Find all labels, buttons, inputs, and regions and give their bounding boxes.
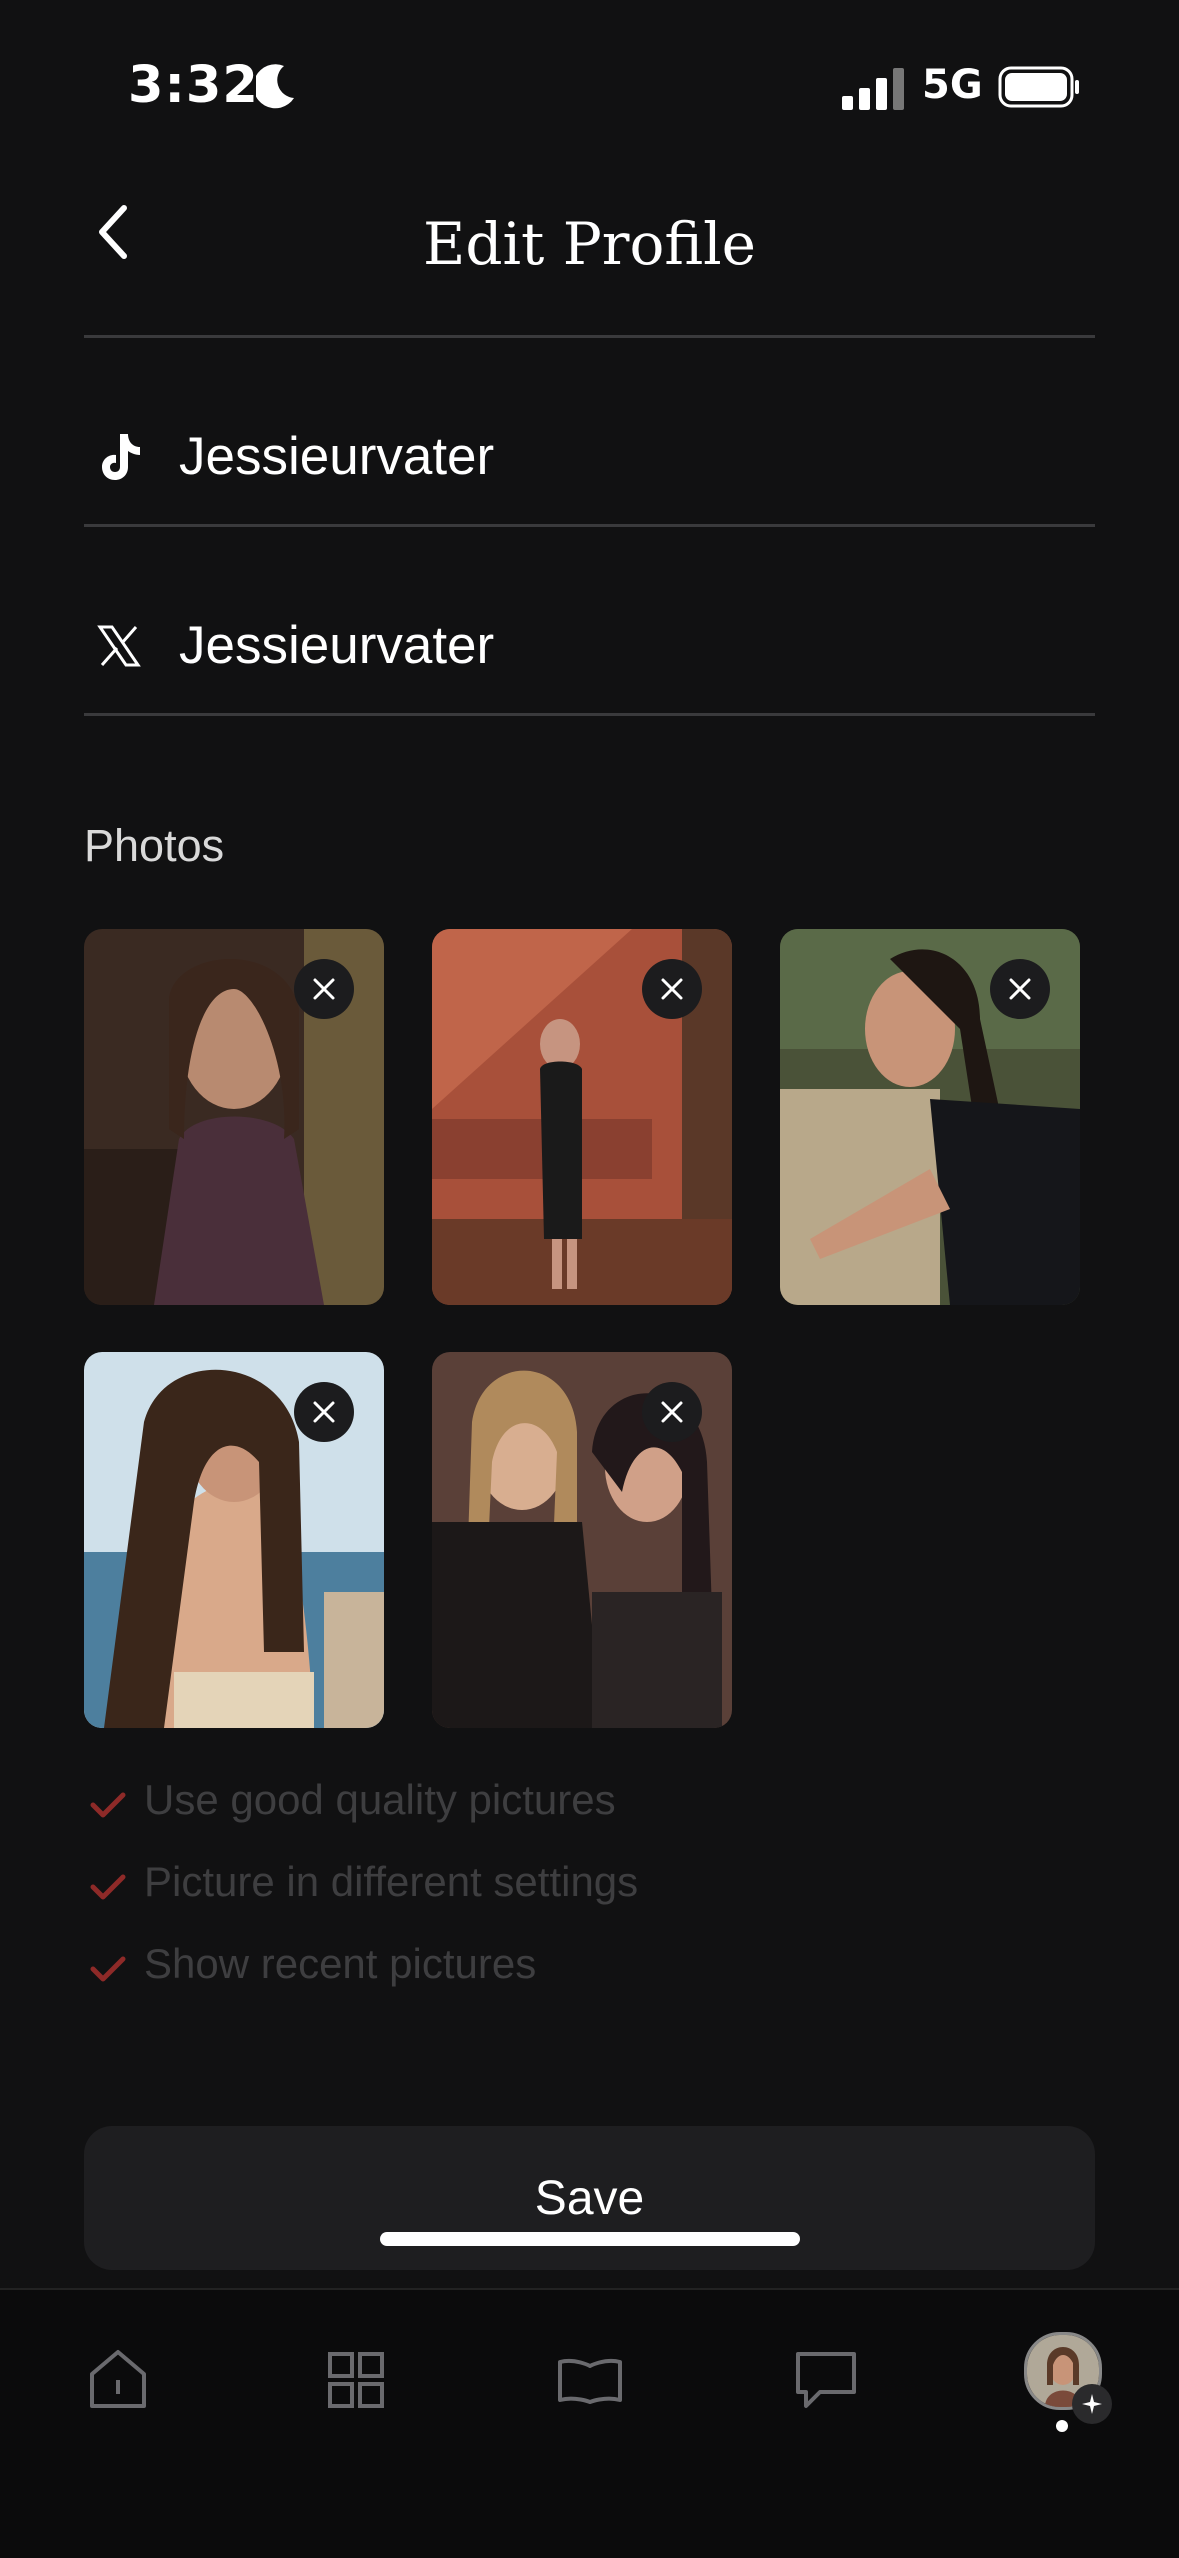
remove-photo-button[interactable] — [990, 959, 1050, 1019]
tab-home[interactable] — [78, 2340, 158, 2420]
photo-2[interactable] — [432, 929, 732, 1305]
photo-1[interactable] — [84, 929, 384, 1305]
network-type: 5G — [922, 62, 983, 108]
tip-text: Picture in different settings — [144, 1858, 639, 1905]
remove-photo-button[interactable] — [294, 959, 354, 1019]
map-icon — [558, 2358, 622, 2404]
close-icon — [661, 978, 683, 1000]
photo-4[interactable] — [84, 1352, 384, 1728]
page-title: Edit Profile — [423, 210, 756, 278]
remove-photo-button[interactable] — [294, 1382, 354, 1442]
home-icon — [90, 2350, 146, 2408]
close-icon — [1009, 978, 1031, 1000]
tiktok-field[interactable]: Jessieurvater — [84, 338, 1095, 524]
check-icon — [90, 1874, 126, 1900]
x-handle: Jessieurvater — [179, 616, 495, 675]
photo-5[interactable] — [432, 1352, 732, 1728]
remove-photo-button[interactable] — [642, 1382, 702, 1442]
tiktok-icon — [102, 434, 140, 480]
close-icon — [313, 978, 335, 1000]
check-icon — [90, 1792, 126, 1818]
photo-3[interactable] — [780, 929, 1080, 1305]
tip-text: Use good quality pictures — [144, 1776, 616, 1823]
tab-map[interactable] — [550, 2340, 630, 2420]
save-button[interactable]: Save — [84, 2126, 1095, 2270]
sparkle-badge — [1072, 2384, 1112, 2424]
check-icon — [90, 1956, 126, 1982]
chat-icon — [796, 2352, 856, 2408]
moon-icon — [256, 64, 294, 109]
status-time: 3:32 — [128, 56, 259, 115]
sparkle-icon — [1082, 2394, 1102, 2414]
close-icon — [313, 1401, 335, 1423]
tab-bar — [0, 2288, 1179, 2558]
close-icon — [661, 1401, 683, 1423]
divider — [84, 713, 1095, 716]
battery-icon — [998, 66, 1079, 108]
tab-chat[interactable] — [786, 2340, 866, 2420]
photos-label: Photos — [84, 820, 225, 871]
remove-photo-button[interactable] — [642, 959, 702, 1019]
tab-grid[interactable] — [316, 2340, 396, 2420]
x-icon — [97, 625, 141, 667]
grid-icon — [328, 2352, 384, 2408]
signal-icon — [842, 68, 904, 110]
x-field[interactable]: Jessieurvater — [84, 527, 1095, 713]
tip-text: Show recent pictures — [144, 1940, 537, 1987]
tiktok-handle: Jessieurvater — [179, 427, 495, 486]
active-tab-indicator — [1056, 2420, 1068, 2432]
home-indicator — [380, 2232, 800, 2246]
